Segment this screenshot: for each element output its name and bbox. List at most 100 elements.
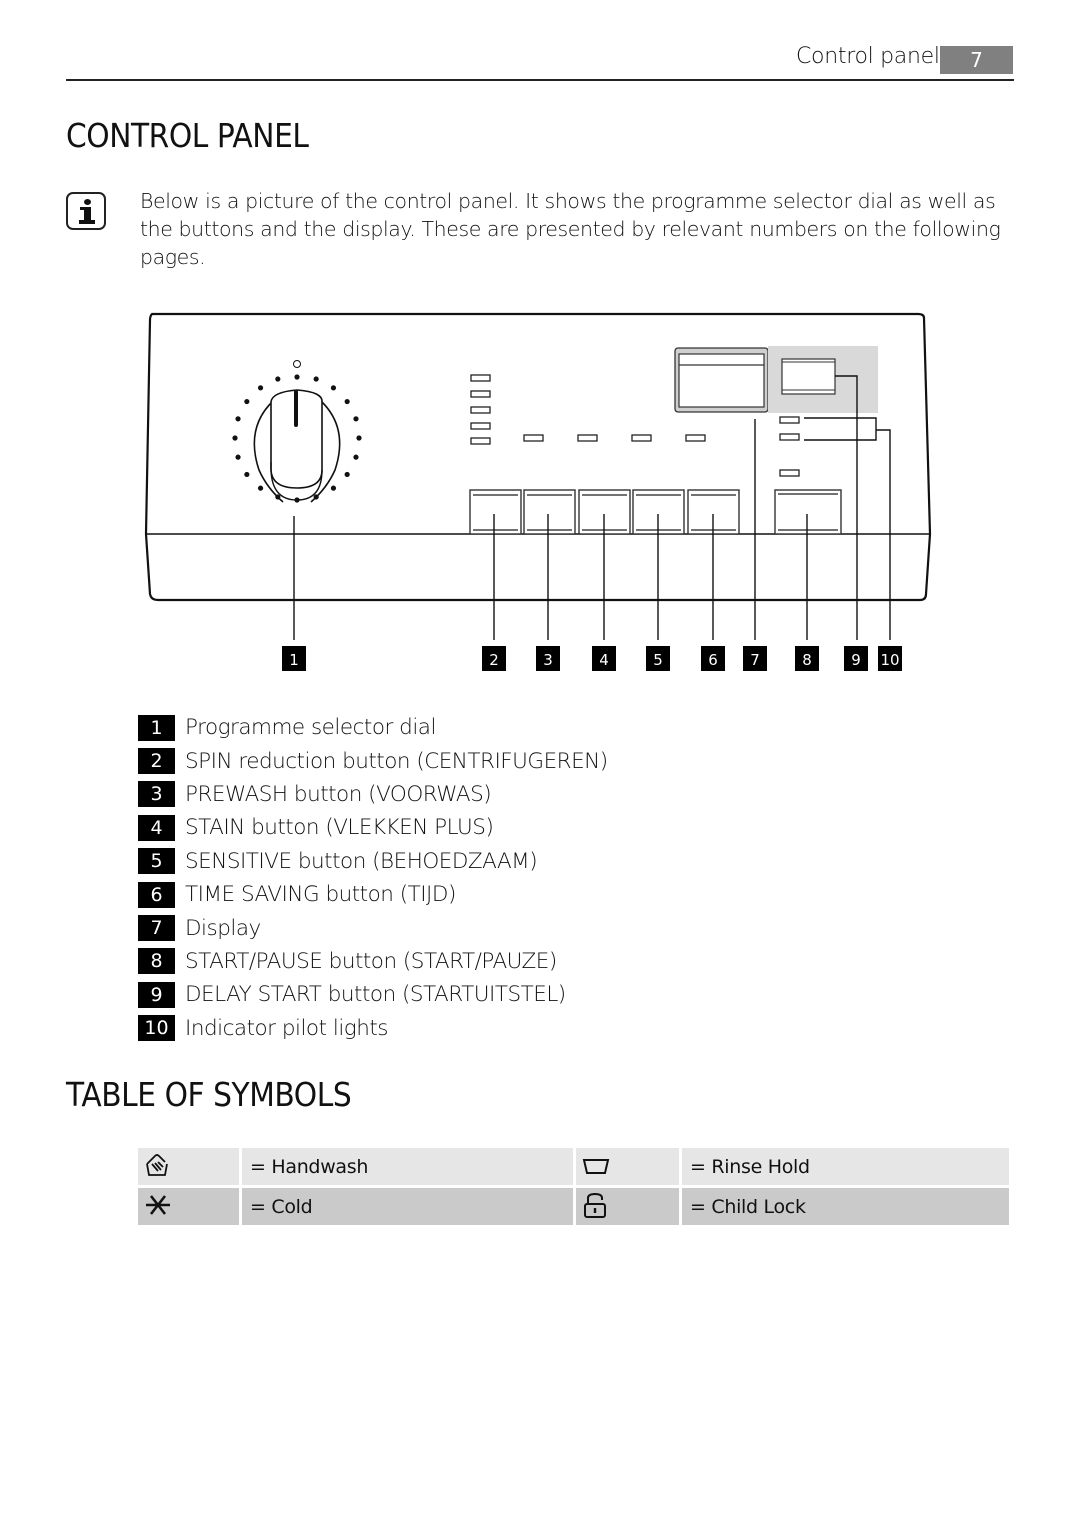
indicator-led [470,406,491,414]
component-legend: 1 Programme selector dial 2 SPIN reduction… [138,711,608,1045]
legend-item: 6 TIME SAVING button (TIJD) [138,878,608,911]
dial-tick [244,398,250,405]
indicator-led [779,416,800,424]
legend-item: 1 Programme selector dial [138,711,608,744]
dial-tick [330,485,337,491]
indicator-led [470,374,491,382]
legend-number: 1 [138,714,175,741]
symbol-cell [576,1188,679,1225]
legend-item: 8 START/PAUSE button (START/PAUZE) [138,945,608,978]
indicator-led [470,422,491,430]
indicator-led [523,434,544,442]
legend-item: 5 SENSITIVE button (BEHOEDZAAM) [138,845,608,878]
legend-label: Indicator pilot lights [185,1015,388,1041]
dial-tick [244,471,250,478]
symbol-label: = Cold [242,1188,573,1225]
symbol-label: = Rinse Hold [682,1148,1009,1185]
legend-item: 9 DELAY START button (STARTUITSTEL) [138,978,608,1011]
callout-5: 5 [646,646,670,671]
symbols-table-row: = Cold = Child Lock [138,1188,1009,1225]
legend-label: SENSITIVE button (BEHOEDZAAM) [185,848,538,874]
legend-item: 3 PREWASH button (VOORWAS) [138,778,608,811]
symbols-table-row: = Handwash = Rinse Hold [138,1148,1009,1185]
dial-tick [257,385,264,391]
indicator-led [779,433,800,441]
legend-label: SPIN reduction button (CENTRIFUGEREN) [185,748,608,774]
legend-number: 3 [138,781,175,808]
indicator-led [685,434,706,442]
programme-selector-dial[interactable] [232,360,362,503]
symbol-label: = Child Lock [682,1188,1009,1225]
legend-number: 10 [138,1015,175,1042]
legend-item: 4 STAIN button (VLEKKEN PLUS) [138,811,608,844]
callout-number: 1 [289,651,299,669]
dial-tick [344,471,350,478]
legend-number: 4 [138,814,175,841]
symbol-cell [138,1188,239,1225]
callout-number: 10 [880,651,899,669]
dial-tick [257,485,264,491]
legend-label: Display [185,915,261,941]
spin-reduction-button[interactable] [469,489,522,535]
indicator-led [779,469,800,477]
legend-label: START/PAUSE button (START/PAUZE) [185,948,557,974]
legend-label: PREWASH button (VOORWAS) [185,781,492,807]
dial-tick [235,454,241,460]
callout-number: 5 [653,651,663,669]
callout-3: 3 [536,646,560,671]
legend-number: 9 [138,981,175,1008]
dial-tick [294,374,300,380]
callout-6: 6 [701,646,725,671]
dial-tick [353,416,359,422]
symbol-cell [138,1148,239,1185]
section-heading-table-of-symbols: TABLE OF SYMBOLS [66,1075,352,1114]
rinse-hold-icon [582,1158,610,1174]
callout-number: 2 [489,651,499,669]
legend-number: 5 [138,848,175,875]
cold-icon [146,1194,170,1215]
dial-tick [353,454,359,460]
legend-number: 8 [138,948,175,975]
prewash-button[interactable] [523,489,576,535]
callout-8: 8 [795,646,819,671]
callout-10: 10 [878,646,902,671]
callout-number: 7 [750,651,760,669]
callout-9: 9 [844,646,868,671]
callout-number: 3 [543,651,553,669]
callout-number: 8 [802,651,812,669]
symbol-cell [576,1148,679,1185]
callout-number: 9 [851,651,861,669]
legend-item: 2 SPIN reduction button (CENTRIFUGEREN) [138,744,608,777]
callout-number: 4 [599,651,609,669]
symbols-table: = Handwash = Rinse Hold = Cold = Child L… [135,1145,1012,1228]
dial-tick [330,385,337,391]
dial-tick [232,435,238,441]
indicator-led [470,437,491,445]
start-pause-button[interactable] [774,489,842,535]
legend-number: 7 [138,915,175,942]
legend-item: 7 Display [138,911,608,944]
legend-label: DELAY START button (STARTUITSTEL) [185,982,566,1008]
legend-label: TIME SAVING button (TIJD) [185,882,456,908]
symbol-label: = Handwash [242,1148,573,1185]
legend-item: 10 Indicator pilot lights [138,1012,608,1045]
legend-label: STAIN button (VLEKKEN PLUS) [185,815,494,841]
legend-number: 2 [138,748,175,775]
handwash-icon [146,1153,168,1176]
dial-tick [313,376,319,382]
child-lock-icon [584,1192,606,1218]
callout-number: 6 [708,651,718,669]
dial-tick [356,435,362,441]
indicator-led [577,434,598,442]
dial-tick [275,376,281,382]
control-panel-diagram: 1 2 3 4 5 6 7 8 9 10 [144,312,932,671]
callout-4: 4 [592,646,616,671]
dial-tick [344,398,350,405]
indicator-led [631,434,652,442]
callout-2: 2 [482,646,506,671]
legend-label: Programme selector dial [185,715,436,741]
callout-1: 1 [282,646,306,671]
indicator-led [470,390,491,398]
display [674,346,878,413]
dial-tick [235,416,241,422]
